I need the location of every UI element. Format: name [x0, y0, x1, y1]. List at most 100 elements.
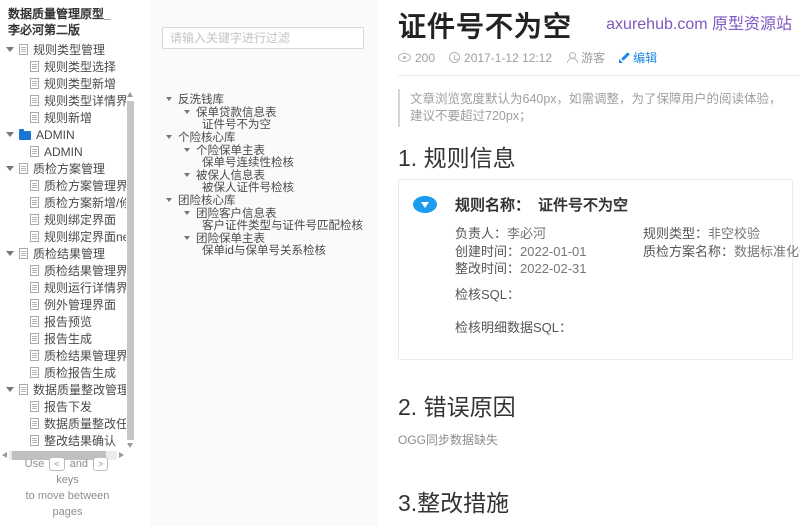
sidebar-item-label: 质检报告生成 [44, 366, 117, 380]
page-icon [30, 333, 39, 344]
rule-field: 检核明细数据SQL： [455, 319, 643, 337]
views-count: 200 [415, 50, 436, 65]
sidebar-page-item[interactable]: 规则绑定界面 [0, 211, 126, 228]
section3-heading: 3.整改措施 [398, 489, 510, 516]
sidebar-item-label: 质检方案管理界面 [44, 179, 126, 193]
sidebar-page-item[interactable]: 整改结果确认 [0, 432, 126, 449]
sidebar-page-item[interactable]: ADMIN [0, 126, 126, 143]
expand-arrow-icon[interactable] [184, 235, 190, 240]
expand-arrow-icon[interactable] [6, 387, 14, 392]
sidebar-page-item[interactable]: 规则类型选择 [0, 58, 126, 75]
page-icon [19, 163, 28, 174]
expand-arrow-icon[interactable] [6, 166, 14, 171]
tree-node[interactable]: 个险核心库 [150, 131, 378, 143]
tree-node[interactable]: 保单id与保单号关系检核 [150, 244, 378, 256]
page-icon [30, 316, 39, 327]
scroll-down-icon[interactable] [127, 443, 133, 448]
pages-sidebar: 数据质量管理原型_李必河第二版 规则类型管理 规则类型选择 规则类型新增 规则类… [0, 0, 135, 526]
tree-node[interactable]: 个险保单主表 [150, 143, 378, 156]
author-name: 游客 [581, 51, 606, 65]
sidebar-page-item[interactable]: 规则类型管理 [0, 41, 126, 58]
page-icon [19, 248, 28, 259]
hint-text: to move between [25, 490, 110, 502]
sidebar-vertical-scrollbar[interactable] [127, 92, 134, 448]
expand-arrow-icon[interactable] [184, 210, 190, 215]
sidebar-page-item[interactable]: 报告生成 [0, 330, 126, 347]
tree-node[interactable]: 团险核心库 [150, 194, 378, 206]
expand-arrow-icon[interactable] [184, 147, 190, 152]
tree-node[interactable]: 保单号连续性检核 [150, 156, 378, 168]
eye-icon [398, 53, 411, 62]
tree-node[interactable]: 被保人信息表 [150, 169, 378, 181]
tree-node-label: 反洗钱库 [178, 94, 224, 106]
sidebar-page-item[interactable]: ADMIN [0, 143, 126, 160]
sidebar-page-item[interactable]: 质检方案管理 [0, 160, 126, 177]
pages-tree: 规则类型管理 规则类型选择 规则类型新增 规则类型详情界面 规则 [0, 41, 126, 449]
expand-arrow-icon[interactable] [184, 109, 190, 114]
tree-node[interactable]: 团险客户信息表 [150, 206, 378, 219]
sidebar-page-item[interactable]: 报告下发 [0, 398, 126, 415]
section2-heading: 2. 错误原因 [398, 393, 516, 420]
sidebar-page-item[interactable]: 质检方案管理界面 [0, 177, 126, 194]
page-icon [30, 197, 39, 208]
expand-arrow-icon[interactable] [166, 97, 172, 102]
sidebar-page-item[interactable]: 例外管理界面 [0, 296, 126, 313]
sidebar-item-label: 数据质量整改任务创建 [44, 417, 126, 431]
tree-node[interactable]: 被保人证件号检核 [150, 181, 378, 193]
right-key-cap: > [93, 457, 109, 471]
sidebar-page-item[interactable]: 质检方案新增/修改弹框 [0, 194, 126, 211]
rule-card-header: 规则名称： 证件号不为空 [413, 194, 780, 215]
expand-arrow-icon[interactable] [6, 132, 14, 137]
sidebar-page-item[interactable]: 规则新增 [0, 109, 126, 126]
sidebar-item-label: 规则绑定界面new [44, 230, 126, 244]
edit-link[interactable]: 编辑 [619, 49, 657, 66]
sidebar-item-label: 质检结果管理界面new [44, 349, 126, 363]
sidebar-page-item[interactable]: 规则运行详情界面 [0, 279, 126, 296]
sidebar-page-item[interactable]: 规则类型详情界面 [0, 92, 126, 109]
tree-node[interactable]: 团险保单主表 [150, 232, 378, 244]
page-icon [30, 282, 39, 293]
rule-field: 规则类型：非空校验 [643, 225, 800, 243]
expand-arrow-icon[interactable] [166, 198, 172, 203]
expand-arrow-icon[interactable] [184, 172, 190, 177]
expand-arrow-icon[interactable] [166, 135, 172, 140]
user-icon [566, 52, 579, 63]
rule-fields-right: 规则类型：非空校验 质检方案名称：数据标准化一期检核 [643, 225, 800, 337]
section1-heading: 1. 规则信息 [398, 145, 516, 171]
sidebar-page-item[interactable]: 质检结果管理界面new [0, 347, 126, 364]
tree-node-label: 个险保单主表 [196, 144, 265, 156]
tree-node[interactable]: 证件号不为空 [150, 118, 378, 130]
expand-arrow-icon[interactable] [6, 251, 14, 256]
sidebar-page-item[interactable]: 规则类型新增 [0, 75, 126, 92]
sidebar-page-item[interactable]: 质检结果管理 [0, 245, 126, 262]
sidebar-page-item[interactable]: 规则绑定界面new [0, 228, 126, 245]
section2-body: OGG同步数据缺失 [398, 432, 499, 447]
page-icon [30, 367, 39, 378]
rule-fields-left: 负责人：李必河 创建时间：2022-01-01 整改时间：2022-02-31 … [455, 225, 643, 337]
field-value: 非空校验 [708, 226, 761, 241]
tree-filter-input[interactable] [162, 27, 364, 49]
field-value: 李必河 [507, 226, 547, 241]
sidebar-page-item[interactable]: 质检结果管理界面 [0, 262, 126, 279]
page-icon [30, 401, 39, 412]
rule-badge-icon [413, 196, 437, 213]
sidebar-page-item[interactable]: 质检报告生成 [0, 364, 126, 381]
page-icon [19, 44, 28, 55]
site-watermark-link[interactable]: axurehub.com 原型资源站 [606, 10, 792, 34]
vertical-scroll-thumb[interactable] [127, 101, 134, 440]
scroll-up-icon[interactable] [127, 92, 133, 97]
date-meta: 2017-1-12 12:12 [449, 51, 552, 65]
sidebar-item-label: 数据质量整改管理 [33, 383, 126, 397]
page-icon [30, 418, 39, 429]
rule-name-value: 证件号不为空 [538, 197, 629, 214]
rule-tree-panel: 反洗钱库 保单贷款信息表 证件号不为空 个险核心库 个险保单主表 保单号连续性检… [150, 0, 378, 526]
expand-arrow-icon[interactable] [6, 47, 14, 52]
tree-node[interactable]: 反洗钱库 [150, 93, 378, 106]
tree-node[interactable]: 客户证件类型与证件号匹配检核 [150, 219, 378, 231]
sidebar-page-item[interactable]: 数据质量整改管理 [0, 381, 126, 398]
sidebar-page-item[interactable]: 报告预览 [0, 313, 126, 330]
sidebar-item-label: 质检结果管理 [33, 247, 106, 261]
page-icon [30, 61, 39, 72]
sidebar-page-item[interactable]: 数据质量整改任务创建 [0, 415, 126, 432]
tree-node[interactable]: 保单贷款信息表 [150, 106, 378, 118]
